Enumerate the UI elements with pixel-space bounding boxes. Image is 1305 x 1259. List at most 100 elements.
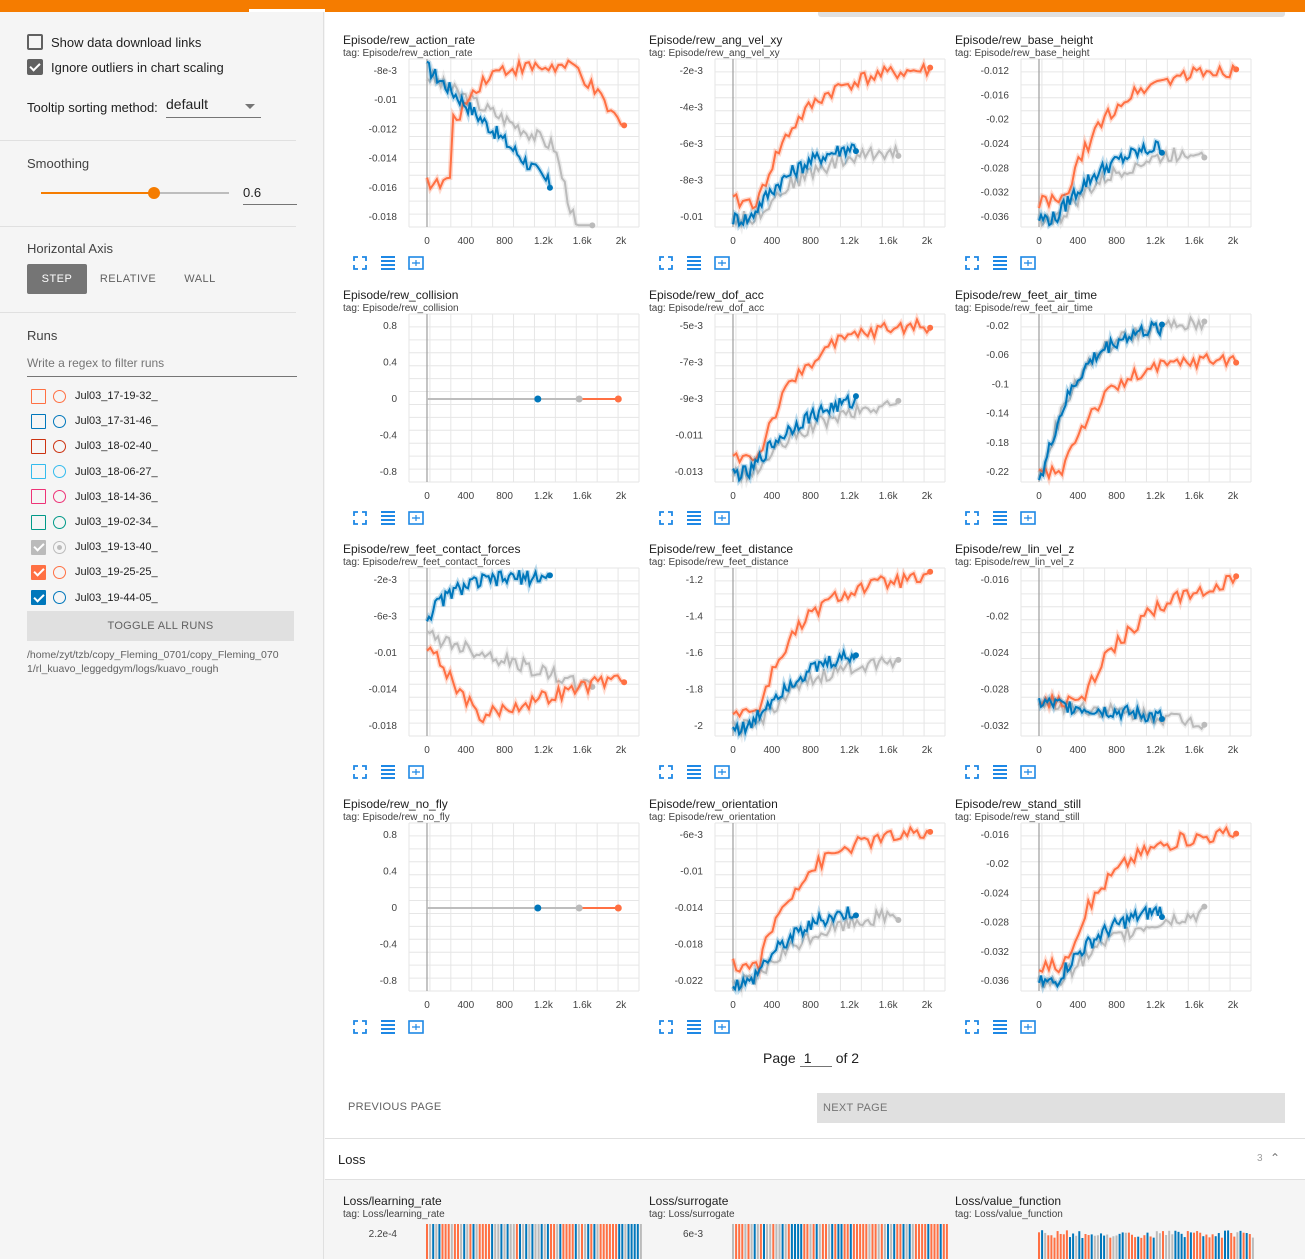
data-table-icon[interactable] — [991, 509, 1009, 527]
fullscreen-icon[interactable] — [963, 763, 981, 781]
line-chart[interactable]: -0.02 -0.06 -0.1 -0.14 -0.18 -0.22 0 400 800 1.2k… — [955, 311, 1255, 509]
run-radio-icon[interactable] — [53, 515, 66, 529]
fullscreen-icon[interactable] — [963, 509, 981, 527]
run-checkbox[interactable] — [31, 590, 46, 606]
run-radio-icon[interactable] — [53, 490, 66, 504]
fit-domain-icon[interactable] — [1019, 509, 1037, 527]
run-checkbox[interactable] — [31, 514, 46, 530]
fit-domain-icon[interactable] — [713, 254, 731, 272]
data-table-icon[interactable] — [685, 1018, 703, 1036]
run-checkbox[interactable] — [31, 489, 46, 505]
fullscreen-icon[interactable] — [963, 1018, 981, 1036]
smoothing-input[interactable]: 0.6 — [243, 183, 297, 205]
run-item[interactable]: Jul03_18-14-36_ — [31, 488, 158, 506]
checkbox-icon[interactable] — [27, 34, 43, 50]
run-filter-input[interactable]: Write a regex to filter runs — [27, 356, 297, 377]
line-chart[interactable]: -6e-3 -0.01 -0.014 -0.018 -0.022 0 400 800 1.2k 1… — [649, 822, 949, 1018]
show-download-links-checkbox[interactable]: Show data download links — [27, 34, 201, 50]
loss-section-header[interactable]: Loss 3 ⌃ — [325, 1138, 1305, 1180]
fullscreen-icon[interactable] — [351, 1018, 369, 1036]
x-tick-label: 0 — [1036, 491, 1042, 502]
data-table-icon[interactable] — [379, 254, 397, 272]
run-item[interactable]: Jul03_18-02-40_ — [31, 437, 158, 455]
fit-domain-icon[interactable] — [407, 763, 425, 781]
run-radio-icon[interactable] — [53, 540, 66, 554]
data-table-icon[interactable] — [685, 509, 703, 527]
line-chart[interactable]: -0.012 -0.016 -0.02 -0.024 -0.028 -0.032 -0.03… — [955, 58, 1255, 254]
fit-domain-icon[interactable] — [713, 509, 731, 527]
data-table-icon[interactable] — [379, 509, 397, 527]
run-radio-icon[interactable] — [53, 389, 66, 403]
run-item[interactable]: Jul03_19-25-25_ — [31, 563, 158, 581]
next-page-button[interactable]: NEXT PAGE — [817, 1093, 1285, 1123]
data-table-icon[interactable] — [685, 254, 703, 272]
fit-domain-icon[interactable] — [1019, 763, 1037, 781]
line-chart[interactable]: 6e-3 — [649, 1222, 949, 1259]
line-chart[interactable]: -2e-3 -4e-3 -6e-3 -8e-3 -0.01 0 400 800 1.2k 1.6k… — [649, 57, 949, 254]
line-chart[interactable]: -5e-3 -7e-3 -9e-3 -0.011 -0.013 0 400 800 1.2k 1.… — [649, 312, 949, 509]
run-item[interactable]: Jul03_19-44-05_ — [31, 589, 158, 607]
tooltip-sorting-select[interactable]: default — [166, 96, 261, 118]
fit-domain-icon[interactable] — [407, 1018, 425, 1036]
data-table-icon[interactable] — [379, 1018, 397, 1036]
fit-domain-icon[interactable] — [407, 509, 425, 527]
fullscreen-icon[interactable] — [657, 1018, 675, 1036]
fullscreen-icon[interactable] — [351, 509, 369, 527]
run-item[interactable]: Jul03_19-13-40_ — [31, 538, 158, 556]
run-checkbox[interactable] — [31, 388, 46, 404]
fullscreen-icon[interactable] — [351, 763, 369, 781]
chevron-up-icon[interactable]: ⌃ — [1270, 1151, 1280, 1165]
run-radio-icon[interactable] — [53, 414, 66, 428]
page-number-input[interactable]: 1 — [799, 1050, 832, 1067]
line-chart[interactable]: -0.016 -0.02 -0.024 -0.028 -0.032 0 400 800 1.2k… — [955, 567, 1255, 763]
run-radio-icon[interactable] — [53, 565, 66, 579]
fit-domain-icon[interactable] — [1019, 1018, 1037, 1036]
line-chart[interactable]: 0.8 0.4 0 -0.4 -0.8 0 400 800 1.2k 1.6k 2k — [343, 313, 643, 509]
line-chart[interactable]: -2e-3 -6e-3 -0.01 -0.014 -0.018 0 400 800 1.2k 1.… — [343, 563, 643, 763]
run-item[interactable]: Jul03_19-02-34_ — [31, 513, 158, 531]
data-table-icon[interactable] — [991, 763, 1009, 781]
data-table-icon[interactable] — [685, 763, 703, 781]
line-chart[interactable]: -1.2 -1.4 -1.6 -1.8 -2 0 400 800 1.2k 1.6k 2k — [649, 567, 949, 763]
axis-wall-button[interactable]: WALL — [170, 264, 230, 294]
run-radio-icon[interactable] — [53, 591, 66, 605]
line-chart[interactable]: 2.2e-4 — [343, 1222, 643, 1259]
line-chart[interactable]: -0.016 -0.02 -0.024 -0.028 -0.032 -0.036 0 400 8… — [955, 822, 1255, 1018]
run-item[interactable]: Jul03_18-06-27_ — [31, 463, 158, 481]
run-checkbox[interactable] — [31, 413, 46, 429]
previous-page-button[interactable]: PREVIOUS PAGE — [348, 1101, 442, 1113]
fit-domain-icon[interactable] — [713, 763, 731, 781]
x-tick-label: 1.2k — [534, 1000, 554, 1011]
data-table-icon[interactable] — [991, 1018, 1009, 1036]
fit-domain-icon[interactable] — [407, 254, 425, 272]
fullscreen-icon[interactable] — [657, 509, 675, 527]
checkbox-checked-icon[interactable] — [27, 59, 43, 75]
run-checkbox[interactable] — [31, 438, 46, 454]
chart-toolbar — [351, 1018, 425, 1036]
ignore-outliers-checkbox[interactable]: Ignore outliers in chart scaling — [27, 59, 224, 75]
fit-domain-icon[interactable] — [713, 1018, 731, 1036]
run-checkbox[interactable] — [31, 564, 46, 580]
run-radio-icon[interactable] — [53, 465, 66, 479]
fit-domain-icon[interactable] — [1019, 254, 1037, 272]
series-raw-line — [1037, 573, 1239, 715]
run-checkbox[interactable] — [31, 539, 46, 555]
run-radio-icon[interactable] — [53, 439, 66, 453]
smoothing-slider[interactable] — [41, 187, 229, 199]
line-chart[interactable]: 0.8 0.4 0 -0.4 -0.8 0 400 800 1.2k 1.6k 2k — [343, 822, 643, 1018]
run-item[interactable]: Jul03_17-19-32_ — [31, 387, 158, 405]
line-chart[interactable] — [955, 1222, 1255, 1259]
run-item[interactable]: Jul03_17-31-46_ — [31, 412, 158, 430]
axis-step-button[interactable]: STEP — [27, 264, 87, 294]
data-table-icon[interactable] — [991, 254, 1009, 272]
fullscreen-icon[interactable] — [963, 254, 981, 272]
toggle-all-runs-button[interactable]: TOGGLE ALL RUNS — [27, 611, 294, 641]
fullscreen-icon[interactable] — [351, 254, 369, 272]
run-checkbox[interactable] — [31, 464, 46, 480]
fullscreen-icon[interactable] — [657, 763, 675, 781]
data-table-icon[interactable] — [379, 763, 397, 781]
line-chart[interactable]: -8e-3 -0.01 -0.012 -0.014 -0.016 -0.018 0 400 80… — [343, 52, 643, 254]
fullscreen-icon[interactable] — [657, 254, 675, 272]
axis-relative-button[interactable]: RELATIVE — [93, 264, 163, 294]
slider-knob[interactable] — [147, 187, 160, 199]
